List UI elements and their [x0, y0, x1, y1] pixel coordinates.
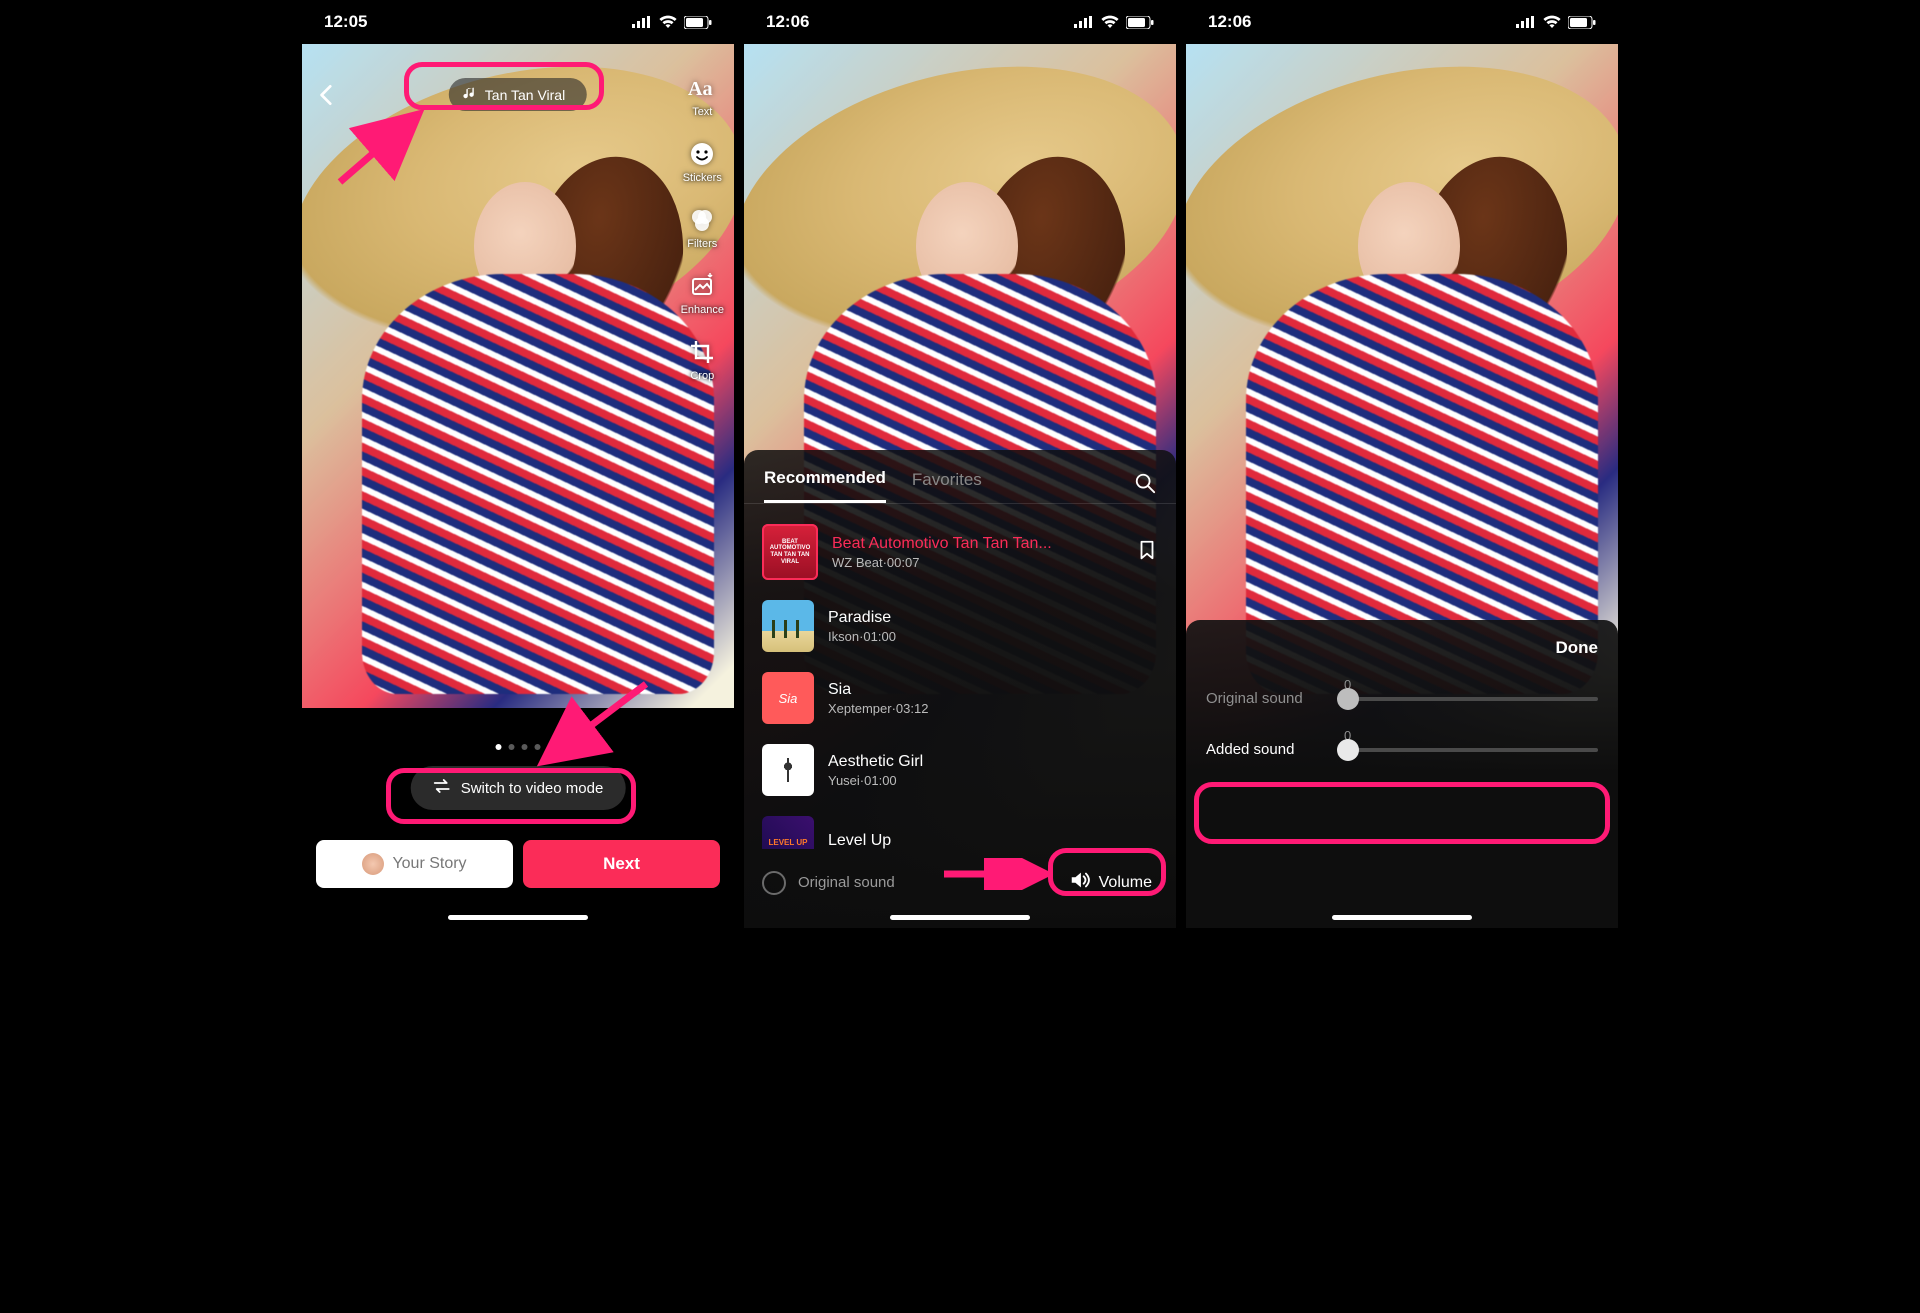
- avatar: [362, 853, 384, 875]
- annotation-arrow: [334, 108, 434, 188]
- annotation-arrow: [940, 858, 1050, 890]
- text-tool[interactable]: Aa Text: [681, 74, 724, 118]
- track-row[interactable]: LEVEL UP Level Up: [762, 806, 1158, 849]
- status-bar: 12:06: [1186, 0, 1618, 44]
- track-row[interactable]: BEAT AUTOMOTIVO TAN TAN TAN VIRAL Beat A…: [762, 514, 1158, 590]
- track-meta: WZ Beat·00:07: [832, 555, 1122, 570]
- album-art: [762, 744, 814, 796]
- track-name: Sia: [828, 681, 1158, 699]
- done-button[interactable]: Done: [1556, 638, 1599, 658]
- status-bar: 12:05: [302, 0, 734, 44]
- status-bar: 12:06: [744, 0, 1176, 44]
- filters-tool[interactable]: Filters: [681, 206, 724, 250]
- svg-text:Aa: Aa: [688, 78, 712, 100]
- annotation-arrow: [534, 678, 654, 768]
- track-meta: Xeptemper·03:12: [828, 701, 1158, 716]
- added-sound-slider[interactable]: 0: [1348, 748, 1598, 752]
- track-name: Beat Automotivo Tan Tan Tan...: [832, 535, 1122, 553]
- annotation-box: [1048, 848, 1166, 896]
- original-sound-label: Original sound: [798, 874, 895, 891]
- cellular-signal-icon: [632, 16, 652, 28]
- album-art: BEAT AUTOMOTIVO TAN TAN TAN VIRAL: [762, 524, 818, 580]
- home-indicator[interactable]: [890, 915, 1030, 920]
- clock: 12:06: [1208, 12, 1251, 32]
- text-tool-label: Text: [692, 106, 712, 118]
- bookmark-button[interactable]: [1136, 539, 1158, 566]
- wifi-icon: [1100, 15, 1120, 29]
- enhance-tool[interactable]: Enhance: [681, 272, 724, 316]
- track-meta: Ikson·01:00: [828, 629, 1158, 644]
- original-sound-slider-label: Original sound: [1206, 690, 1336, 707]
- added-sound-slider-label: Added sound: [1206, 741, 1336, 758]
- album-art: LEVEL UP: [762, 816, 814, 849]
- editor-tools: Aa Text Stickers Filters Enhance Crop: [681, 74, 724, 382]
- track-name: Level Up: [828, 832, 1158, 849]
- home-indicator[interactable]: [1332, 915, 1472, 920]
- track-name: Paradise: [828, 609, 1158, 627]
- your-story-button[interactable]: Your Story: [316, 840, 513, 888]
- stickers-tool-label: Stickers: [683, 172, 722, 184]
- cellular-signal-icon: [1074, 16, 1094, 28]
- wifi-icon: [658, 15, 678, 29]
- original-sound-radio[interactable]: [762, 871, 786, 895]
- annotation-box: [386, 768, 636, 824]
- portrait-photo: [1186, 44, 1618, 714]
- track-meta: Yusei·01:00: [828, 773, 1158, 788]
- filters-tool-label: Filters: [687, 238, 717, 250]
- battery-icon: [684, 16, 712, 29]
- phone-screenshot-1: 12:05 Tan Tan Vira: [302, 0, 734, 928]
- battery-icon: [1126, 16, 1154, 29]
- album-art: Sia: [762, 672, 814, 724]
- battery-icon: [1568, 16, 1596, 29]
- track-name: Aesthetic Girl: [828, 753, 1158, 771]
- tab-recommended[interactable]: Recommended: [764, 468, 886, 503]
- enhance-tool-label: Enhance: [681, 304, 724, 316]
- original-sound-slider[interactable]: 0: [1348, 697, 1598, 701]
- annotation-box: [1194, 782, 1610, 844]
- crop-tool[interactable]: Crop: [681, 338, 724, 382]
- track-row[interactable]: Paradise Ikson·01:00: [762, 590, 1158, 662]
- home-indicator[interactable]: [448, 915, 588, 920]
- wifi-icon: [1542, 15, 1562, 29]
- cellular-signal-icon: [1516, 16, 1536, 28]
- crop-tool-label: Crop: [690, 370, 714, 382]
- track-list[interactable]: BEAT AUTOMOTIVO TAN TAN TAN VIRAL Beat A…: [744, 504, 1176, 849]
- slider-thumb[interactable]: [1337, 688, 1359, 710]
- your-story-label: Your Story: [392, 855, 466, 873]
- clock: 12:05: [324, 12, 367, 32]
- track-row[interactable]: Aesthetic Girl Yusei·01:00: [762, 734, 1158, 806]
- track-row[interactable]: Sia Sia Xeptemper·03:12: [762, 662, 1158, 734]
- clock: 12:06: [766, 12, 809, 32]
- phone-screenshot-3: 12:06 Done Original sound 0: [1186, 0, 1618, 928]
- added-sound-slider-row: Added sound 0: [1206, 741, 1598, 758]
- search-button[interactable]: [1134, 472, 1156, 499]
- tab-favorites[interactable]: Favorites: [912, 470, 982, 502]
- next-button[interactable]: Next: [523, 840, 720, 888]
- stickers-tool[interactable]: Stickers: [681, 140, 724, 184]
- phone-screenshot-2: 12:06 Recommended Favorites: [744, 0, 1176, 928]
- slider-thumb[interactable]: [1337, 739, 1359, 761]
- original-sound-slider-row: Original sound 0: [1206, 690, 1598, 707]
- next-label: Next: [603, 854, 640, 874]
- volume-panel: Done Original sound 0 Added sound 0: [1186, 620, 1618, 928]
- annotation-box: [404, 62, 604, 110]
- album-art: [762, 600, 814, 652]
